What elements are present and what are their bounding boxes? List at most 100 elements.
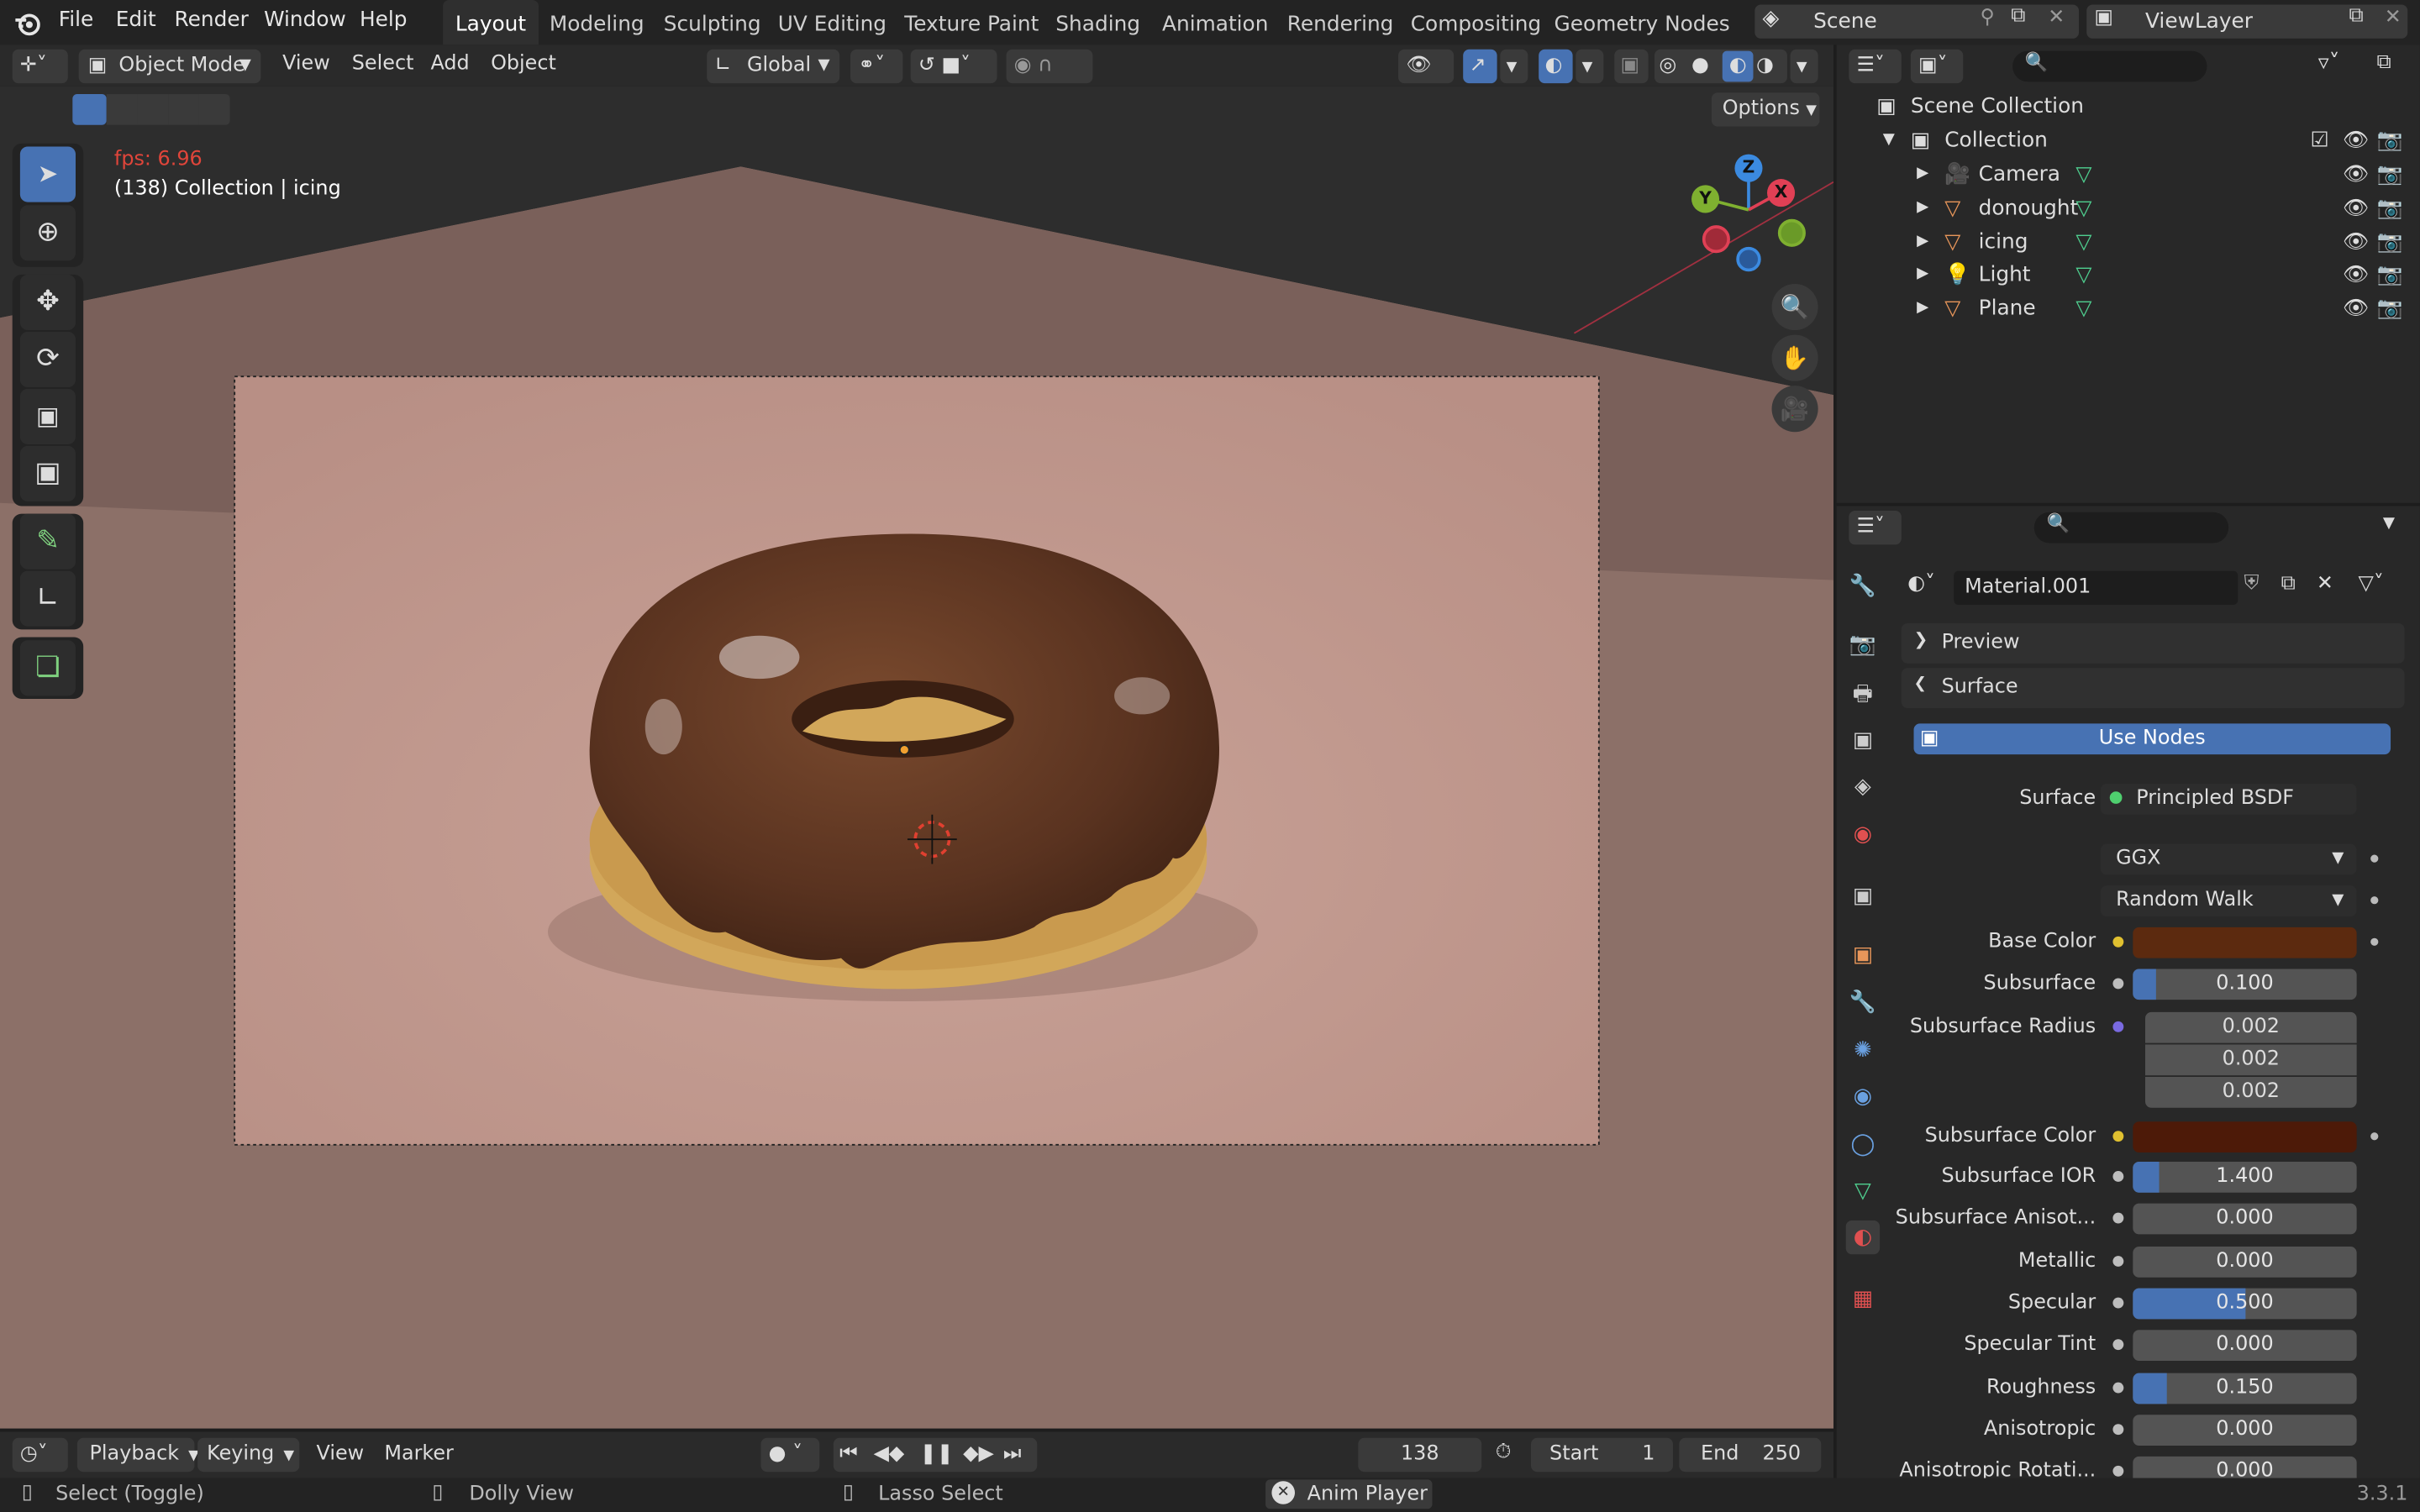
keying-menu[interactable]: Keying ▼ xyxy=(197,1437,300,1473)
socket-icon[interactable] xyxy=(2112,1256,2124,1267)
pivot-dropdown[interactable]: ⚭˅ xyxy=(850,49,903,84)
select-invert-icon[interactable] xyxy=(168,94,199,125)
fake-user-shield-icon[interactable]: ⛨ xyxy=(2244,572,2260,596)
view-layer-selector[interactable]: ▣ ViewLayer ⧉ ✕ xyxy=(2086,4,2408,39)
material-tab-icon[interactable]: ◐ xyxy=(1845,1220,1881,1255)
scene-tab-icon[interactable]: ◈ xyxy=(1846,770,1880,804)
measure-icon[interactable]: ∟ xyxy=(19,570,76,627)
gizmo-dropdown[interactable]: ▼ xyxy=(1500,49,1528,84)
pan-hand-icon[interactable]: ✋ xyxy=(1771,334,1818,381)
filter-icon[interactable]: ▿˅ xyxy=(2318,51,2340,76)
subsurface-color-swatch[interactable] xyxy=(2133,1121,2357,1153)
tab-texture-paint[interactable]: Texture Paint xyxy=(892,0,1051,45)
tab-uv-editing[interactable]: UV Editing xyxy=(765,0,899,45)
expand-arrow-icon[interactable]: ▶ xyxy=(1917,157,1928,191)
distribution-dropdown[interactable]: GGX ▼ xyxy=(2100,843,2357,875)
world-tab-icon[interactable]: ◉ xyxy=(1846,817,1880,851)
chevron-down-icon[interactable]: ▼ xyxy=(2383,515,2395,532)
preview-panel-header[interactable]: ❯ Preview xyxy=(1901,623,2405,664)
zoom-icon[interactable]: 🔍 xyxy=(1771,283,1818,331)
checkbox-icon[interactable]: ☑ xyxy=(2311,123,2329,157)
menu-window[interactable]: Window xyxy=(264,8,346,32)
outliner-row-object[interactable]: ▶ ▽ Plane ▽ 👁 📷 xyxy=(1837,291,2420,325)
tab-rendering[interactable]: Rendering xyxy=(1275,0,1406,45)
select-box-icon[interactable]: ➤ xyxy=(19,146,76,202)
move-icon[interactable]: ✥ xyxy=(19,274,76,331)
timeline-view-menu[interactable]: View xyxy=(317,1442,365,1466)
eye-icon[interactable]: 👁 xyxy=(2343,224,2369,258)
menu-view[interactable]: View xyxy=(282,52,330,76)
select-new-icon[interactable] xyxy=(72,94,107,125)
xray-toggle[interactable]: ▣ xyxy=(1614,49,1649,84)
menu-file[interactable]: File xyxy=(59,8,93,32)
expand-arrow-icon[interactable]: ▶ xyxy=(1917,258,1928,291)
properties-search[interactable]: 🔍 xyxy=(2033,512,2229,543)
tab-sculpting[interactable]: Sculpting xyxy=(651,0,773,45)
annotate-icon[interactable]: ✎ xyxy=(19,513,76,570)
tab-animation[interactable]: Animation xyxy=(1150,0,1281,45)
rendered-shading-icon[interactable]: ◑ xyxy=(1756,50,1774,83)
property-slider[interactable]: 0.000 xyxy=(2133,1330,2357,1361)
view-layer-tab-icon[interactable]: ▣ xyxy=(1846,723,1880,757)
close-icon[interactable]: ✕ xyxy=(2048,6,2065,29)
tab-geometry-nodes[interactable]: Geometry Nodes xyxy=(1542,0,1743,45)
visibility-dropdown[interactable]: 👁 xyxy=(1398,49,1455,84)
socket-icon[interactable] xyxy=(2112,1465,2124,1477)
particles-tab-icon[interactable]: ✺ xyxy=(1846,1034,1880,1068)
color-socket-icon[interactable] xyxy=(2112,936,2124,948)
tab-compositing[interactable]: Compositing xyxy=(1398,0,1554,45)
current-frame-field[interactable]: 138 xyxy=(1358,1437,1482,1473)
display-mode-dropdown[interactable]: ▣˅ xyxy=(1910,49,1964,84)
remove-view-layer-icon[interactable]: ✕ xyxy=(2385,6,2402,29)
material-name-field[interactable]: Material.001 xyxy=(1954,570,2238,605)
wireframe-shading-icon[interactable]: ◎ xyxy=(1659,50,1676,83)
expand-arrow-icon[interactable]: ▶ xyxy=(1917,224,1928,258)
anim-player-job[interactable]: ✕ Anim Player xyxy=(1265,1479,1433,1509)
tab-modeling[interactable]: Modeling xyxy=(537,0,656,45)
surface-panel-header[interactable]: ❮ Surface xyxy=(1901,668,2405,709)
subsurface-radius-x[interactable]: 0.002 xyxy=(2145,1011,2357,1043)
object-data-icon[interactable]: ▽ xyxy=(2075,224,2091,258)
navigation-gizmo[interactable]: Z X Y xyxy=(1690,154,1813,278)
render-camera-icon[interactable]: 📷 xyxy=(2377,224,2403,258)
socket-icon[interactable] xyxy=(2112,978,2124,990)
object-data-icon[interactable]: ▽ xyxy=(2075,157,2091,191)
timeline-marker-menu[interactable]: Marker xyxy=(384,1442,454,1466)
new-collection-icon[interactable]: ⧉ xyxy=(2377,51,2391,75)
options-dropdown[interactable]: Options ▼ xyxy=(1711,92,1820,127)
data-tab-icon[interactable]: ▽ xyxy=(1846,1174,1880,1208)
socket-icon[interactable] xyxy=(2112,1297,2124,1309)
solid-shading-icon[interactable]: ● xyxy=(1691,50,1709,83)
render-camera-icon[interactable]: 📷 xyxy=(2377,123,2403,157)
object-data-icon[interactable]: ▽ xyxy=(2075,258,2091,291)
tab-layout[interactable]: Layout xyxy=(443,0,539,45)
subsurface-radius-z[interactable]: 0.002 xyxy=(2145,1077,2357,1108)
add-cube-icon[interactable]: ❏ xyxy=(19,640,76,696)
eye-icon[interactable]: 👁 xyxy=(2343,258,2369,291)
select-intersect-icon[interactable] xyxy=(198,94,230,125)
gizmo-neg-z[interactable] xyxy=(1736,246,1761,272)
expand-arrow-icon[interactable]: ▼ xyxy=(1883,123,1895,157)
cursor-icon[interactable]: ⊕ xyxy=(19,205,76,261)
new-scene-icon[interactable]: ⧉ xyxy=(2011,5,2025,29)
mode-dropdown[interactable]: ▣ Object Mode ▼ xyxy=(78,49,261,84)
eye-icon[interactable]: 👁 xyxy=(2343,157,2369,191)
overlay-dropdown[interactable]: ▼ xyxy=(1576,49,1604,84)
shading-dropdown[interactable]: ▼ xyxy=(1790,49,1818,84)
overlay-toggle[interactable]: ◐ xyxy=(1539,49,1573,84)
outliner-row-scene-collection[interactable]: ▣ Scene Collection xyxy=(1837,90,2420,123)
socket-icon[interactable] xyxy=(2112,1212,2124,1224)
object-data-icon[interactable]: ▽ xyxy=(2075,191,2091,224)
playback-menu[interactable]: Playback ▼ xyxy=(76,1437,199,1473)
frame-start-field[interactable]: Start 1 xyxy=(1531,1437,1673,1473)
vector-socket-icon[interactable] xyxy=(2112,1021,2124,1032)
node-tree-icon[interactable]: ▽˅ xyxy=(2358,572,2383,596)
outliner-row-object[interactable]: ▶ ▽ icing ▽ 👁 📷 xyxy=(1837,224,2420,258)
transform-icon[interactable]: ▣ xyxy=(19,445,76,501)
gizmo-x-axis[interactable]: X xyxy=(1767,179,1796,207)
render-camera-icon[interactable]: 📷 xyxy=(2377,258,2403,291)
gizmo-neg-y[interactable] xyxy=(1777,218,1806,247)
frame-end-field[interactable]: End 250 xyxy=(1679,1437,1822,1473)
base-color-swatch[interactable] xyxy=(2133,927,2357,958)
eye-icon[interactable]: 👁 xyxy=(2343,123,2369,157)
